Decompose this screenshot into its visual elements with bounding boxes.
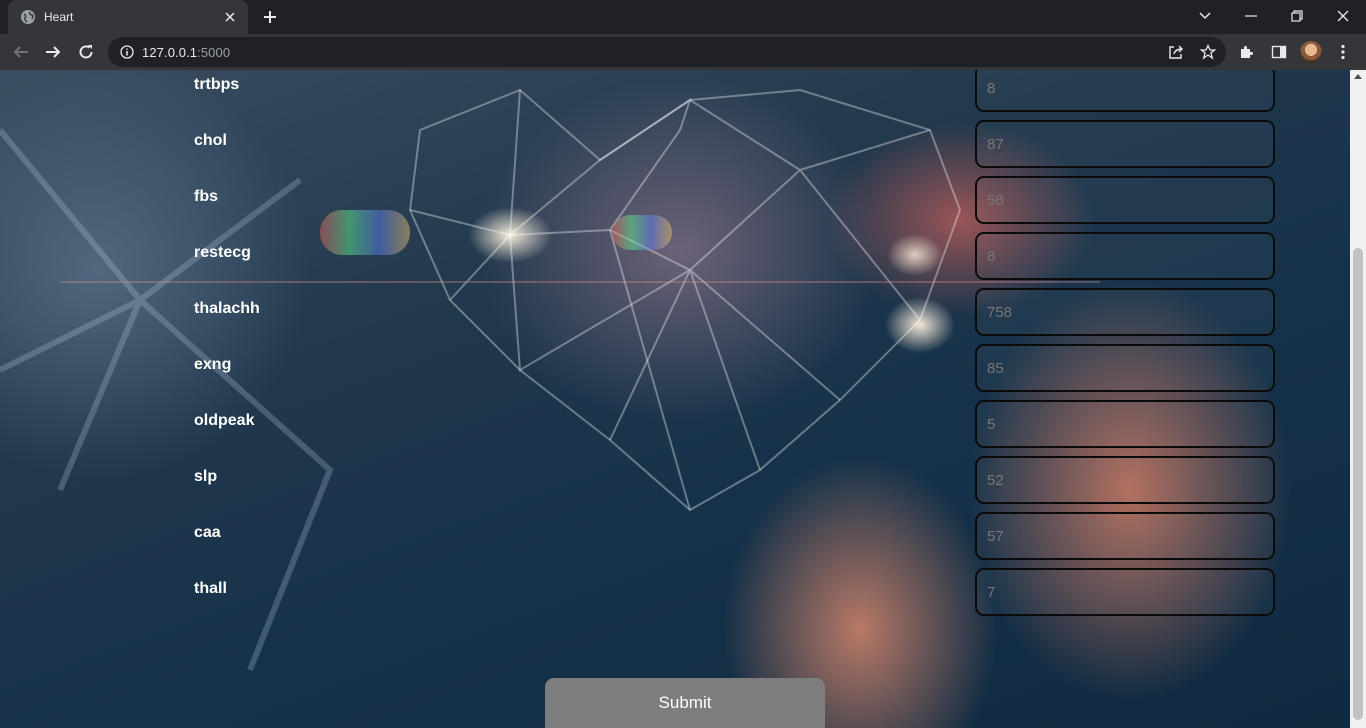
oldpeak-input[interactable] [975, 400, 1275, 448]
chol-input[interactable] [975, 120, 1275, 168]
back-arrow-icon[interactable] [8, 39, 34, 65]
field-label-exng: exng [194, 356, 232, 373]
browser-menu-icon[interactable] [1330, 39, 1356, 65]
browser-toolbar: 127.0.0.1:5000 [0, 34, 1366, 70]
page-viewport: trtbps chol fbs restecg thalachh exng ol… [0, 70, 1350, 728]
form-row-chol: chol [0, 120, 1350, 168]
field-label-chol: chol [194, 132, 227, 149]
url-port: :5000 [197, 44, 231, 60]
new-tab-icon[interactable] [258, 6, 282, 28]
field-label-trtbps: trtbps [194, 76, 240, 93]
share-icon[interactable] [1163, 39, 1189, 65]
close-tab-icon[interactable] [222, 9, 238, 25]
fbs-input[interactable] [975, 176, 1275, 224]
form-row-fbs: fbs [0, 176, 1350, 224]
page-scrollbar[interactable] [1350, 70, 1366, 728]
form-row-exng: exng [0, 344, 1350, 392]
profile-avatar[interactable] [1300, 41, 1322, 63]
field-label-oldpeak: oldpeak [194, 412, 255, 429]
globe-icon [20, 9, 36, 25]
browser-tab[interactable]: Heart [8, 0, 248, 34]
field-label-thalachh: thalachh [194, 300, 260, 317]
thall-input[interactable] [975, 568, 1275, 616]
field-label-fbs: fbs [194, 188, 218, 205]
field-label-thall: thall [194, 580, 227, 597]
tab-title: Heart [44, 10, 74, 24]
caa-input[interactable] [975, 512, 1275, 560]
minimize-icon[interactable] [1228, 0, 1274, 32]
heart-background-image [0, 70, 1350, 728]
field-label-slp: slp [194, 468, 218, 485]
scrollbar-thumb[interactable] [1353, 248, 1363, 720]
restecg-input[interactable] [975, 232, 1275, 280]
url-host: 127.0.0.1 [142, 44, 198, 60]
bookmark-star-icon[interactable] [1195, 39, 1221, 65]
form-row-oldpeak: oldpeak [0, 400, 1350, 448]
url-text: 127.0.0.1:5000 [142, 45, 230, 60]
tab-strip: Heart [0, 0, 1366, 34]
site-info-icon[interactable] [120, 45, 134, 59]
trtbps-input[interactable] [975, 70, 1275, 112]
address-bar[interactable]: 127.0.0.1:5000 [108, 37, 1226, 67]
exng-input[interactable] [975, 344, 1275, 392]
forward-arrow-icon[interactable] [40, 39, 66, 65]
form-row-trtbps: trtbps [0, 70, 1350, 112]
tab-search-chevron-down-icon[interactable] [1182, 0, 1228, 32]
form-row-thall: thall [0, 568, 1350, 616]
slp-input[interactable] [975, 456, 1275, 504]
reload-icon[interactable] [73, 39, 99, 65]
scroll-up-arrow-icon[interactable] [1354, 74, 1362, 79]
field-label-restecg: restecg [194, 244, 251, 261]
extensions-puzzle-icon[interactable] [1234, 39, 1260, 65]
form-row-restecg: restecg [0, 232, 1350, 280]
side-panel-icon[interactable] [1266, 39, 1292, 65]
form-row-caa: caa [0, 512, 1350, 560]
close-window-icon[interactable] [1320, 0, 1366, 32]
thalachh-input[interactable] [975, 288, 1275, 336]
submit-button[interactable]: Submit [545, 678, 825, 728]
form-row-slp: slp [0, 456, 1350, 504]
form-row-thalachh: thalachh [0, 288, 1350, 336]
restore-icon[interactable] [1274, 0, 1320, 32]
field-label-caa: caa [194, 524, 221, 541]
